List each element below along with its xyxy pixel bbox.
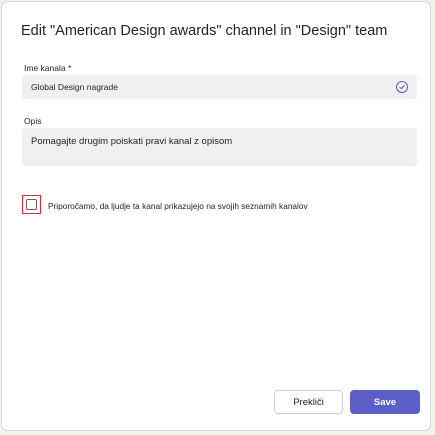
dialog-title: Edit "American Design awards" channel in… — [21, 23, 388, 39]
check-circle-icon — [396, 81, 408, 93]
channel-name-value: Global Design nagrade — [31, 82, 118, 92]
edit-channel-dialog: Edit "American Design awards" channel in… — [1, 1, 431, 431]
description-label: Opis — [24, 116, 42, 126]
save-button[interactable]: Save — [350, 390, 420, 414]
cancel-button[interactable]: Prekliči — [274, 390, 343, 414]
checkbox-box — [26, 199, 37, 210]
recommend-channel-checkbox[interactable] — [22, 195, 41, 214]
recommend-channel-label: Priporočamo, da ljudje ta kanal prikazuj… — [48, 201, 308, 211]
channel-name-label: Ime kanala * — [24, 63, 72, 73]
description-input[interactable]: Pomagajte drugim poiskati pravi kanal z … — [22, 128, 417, 166]
description-value: Pomagajte drugim poiskati pravi kanal z … — [31, 136, 233, 147]
channel-name-input[interactable]: Global Design nagrade — [22, 75, 417, 99]
